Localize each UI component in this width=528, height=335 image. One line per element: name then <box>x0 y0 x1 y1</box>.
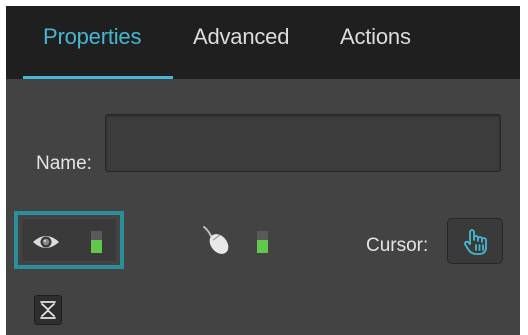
tab-bar: Properties Advanced Actions <box>6 6 520 79</box>
tab-advanced[interactable]: Advanced <box>193 24 289 50</box>
tab-properties[interactable]: Properties <box>43 24 141 50</box>
mouse-icon[interactable] <box>201 224 235 258</box>
interactivity-indicator[interactable] <box>257 231 268 253</box>
cursor-picker-button[interactable] <box>447 218 503 264</box>
active-tab-underline <box>23 76 173 79</box>
collapse-button[interactable] <box>34 295 62 325</box>
tab-actions[interactable]: Actions <box>340 24 411 50</box>
visibility-indicator[interactable] <box>91 231 102 253</box>
name-label: Name: <box>36 153 92 174</box>
collapse-icon <box>39 300 57 320</box>
interactivity-indicator-fill <box>257 239 268 253</box>
hand-pointer-icon <box>461 227 491 257</box>
visibility-indicator-fill <box>91 239 102 253</box>
eye-icon[interactable] <box>32 233 60 251</box>
visibility-highlight <box>14 211 124 269</box>
name-input[interactable] <box>105 114 501 172</box>
properties-panel: Properties Advanced Actions Name: Cursor… <box>6 6 520 335</box>
cursor-label: Cursor: <box>366 235 429 256</box>
